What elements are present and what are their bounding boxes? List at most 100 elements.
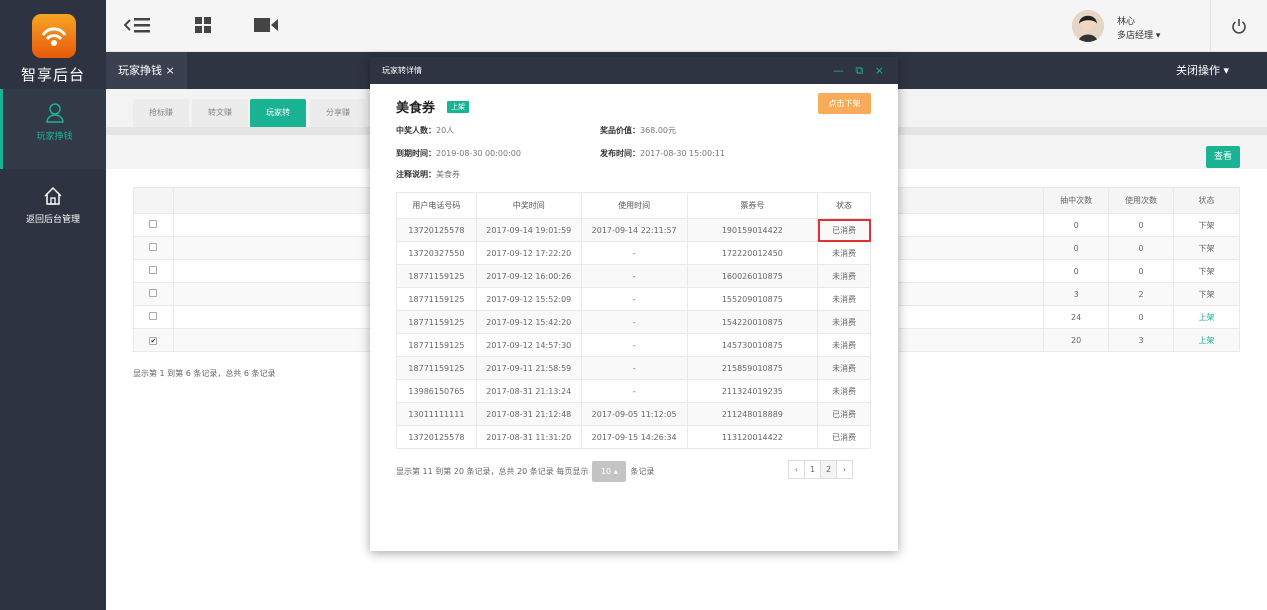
user-name[interactable]: 林心 [1117, 14, 1135, 27]
column-header[interactable]: 状态 [1173, 187, 1240, 214]
cell-ticket: 211324019235 [686, 379, 819, 403]
pagination-summary: 显示第 11 到第 20 条记录，总共 20 条记录 每页显示 10 ▴ 条记录 [396, 461, 654, 482]
cell-win-time: 2017-09-12 16:00:26 [475, 264, 582, 288]
sidebar-item-back-admin[interactable]: 返回后台管理 [0, 172, 106, 252]
cell-status: 未消费 [817, 356, 871, 380]
cell-uses: 0 [1108, 213, 1175, 237]
subtab-player[interactable]: 玩家转 [250, 99, 306, 127]
column-header[interactable]: 中奖时间 [475, 192, 582, 219]
cell-use-time: - [580, 333, 688, 357]
column-header[interactable]: 状态 [817, 192, 871, 219]
cell-ticket: 113120014422 [686, 425, 819, 449]
wifi-logo-icon [41, 27, 67, 46]
avatar[interactable] [1072, 10, 1104, 42]
prev-page-button[interactable]: ‹ [788, 460, 805, 479]
grid-icon[interactable] [194, 16, 212, 34]
take-down-button[interactable]: 点击下架 [818, 93, 871, 114]
cell-draws: 24 [1043, 305, 1110, 329]
cell-phone: 18771159125 [396, 310, 477, 334]
menu-collapse-icon[interactable] [124, 16, 152, 34]
row-checkbox[interactable] [149, 312, 158, 320]
table-row[interactable]: 18771159125 2017-09-12 15:52:09-155209010… [396, 287, 871, 311]
cell-ticket: 145730010875 [686, 333, 819, 357]
winners-field: 中奖人数：20人 [396, 126, 455, 135]
table-row[interactable]: 13986150765 2017-08-31 21:13:24-211324019… [396, 379, 871, 403]
column-header[interactable]: 抽中次数 [1043, 187, 1110, 214]
cell-draws: 0 [1043, 213, 1110, 237]
table-row[interactable]: 13720125578 2017-09-14 19:01:59 2017-09-14… [396, 218, 871, 242]
logo[interactable] [32, 14, 76, 58]
user-role-dropdown[interactable]: 多店经理 ▾ [1117, 28, 1160, 41]
cell-status: 未消费 [817, 241, 871, 265]
table-row[interactable]: 18771159125 2017-09-12 16:00:26-160026010… [396, 264, 871, 288]
cell-use-time: - [580, 356, 688, 380]
cell-uses: 0 [1108, 236, 1175, 260]
cell-ticket: 154220010875 [686, 310, 819, 334]
user-icon [45, 103, 64, 123]
table-row[interactable]: 13720125578 2017-08-31 11:31:20 2017-09-15… [396, 425, 871, 449]
cell-uses: 0 [1108, 259, 1175, 283]
row-checkbox[interactable] [149, 289, 158, 297]
pagination-suffix: 条记录 [630, 467, 655, 476]
sidebar-item-player-earn[interactable]: 玩家挣钱 [0, 89, 106, 169]
table-row[interactable]: 18771159125 2017-09-11 21:58:59-215859010… [396, 356, 871, 380]
modal-window-controls[interactable]: — ⧉ × [833, 57, 888, 84]
cell-status: 上架 [1173, 328, 1240, 352]
cell-phone: 13986150765 [396, 379, 477, 403]
cell-status: 未消费 [817, 264, 871, 288]
cell-status: 未消费 [817, 379, 871, 403]
cell-phone: 13720125578 [396, 218, 477, 242]
home-icon [44, 186, 62, 205]
cell-status-highlighted: 已消费 [817, 218, 871, 242]
page-2-button[interactable]: 2 [820, 460, 837, 479]
cell-use-time: - [580, 379, 688, 403]
row-checkbox[interactable] [149, 266, 158, 274]
table-row[interactable]: 18771159125 2017-09-12 15:42:20-154220010… [396, 310, 871, 334]
row-checkbox[interactable] [149, 243, 158, 251]
cell-win-time: 2017-09-11 21:58:59 [475, 356, 582, 380]
cell-draws: 3 [1043, 282, 1110, 306]
detail-modal: 玩家转详情 — ⧉ × 美食券 上架 点击下架 中奖人数：20人 奖品价值：36… [370, 57, 898, 551]
cell-uses: 2 [1108, 282, 1175, 306]
column-header[interactable]: 使用时间 [580, 192, 688, 219]
video-icon[interactable] [253, 16, 279, 34]
close-operations-dropdown[interactable]: 关闭操作 ▾ [1176, 52, 1229, 89]
cell-win-time: 2017-08-31 21:13:24 [475, 379, 582, 403]
table-row[interactable]: 13011111111 2017-08-31 21:12:48 2017-09-05… [396, 402, 871, 426]
cell-phone: 13011111111 [396, 402, 477, 426]
prize-field: 奖品价值：368.00元 [600, 126, 676, 135]
cell-win-time: 2017-09-14 19:01:59 [475, 218, 582, 242]
logout-button[interactable] [1210, 0, 1267, 52]
subtab-share[interactable]: 分享赚 [310, 99, 366, 127]
cell-use-time: 2017-09-14 22:11:57 [580, 218, 688, 242]
cell-use-time: - [580, 264, 688, 288]
tab-player-earn[interactable]: 玩家挣钱 × [106, 52, 187, 89]
page-1-button[interactable]: 1 [804, 460, 821, 479]
row-checkbox-checked[interactable]: ✔ [149, 336, 158, 345]
cell-status: 上架 [1173, 305, 1240, 329]
cell-draws: 0 [1043, 259, 1110, 283]
column-header[interactable]: 用户电话号码 [396, 192, 477, 219]
cell-phone: 18771159125 [396, 264, 477, 288]
cell-win-time: 2017-08-31 21:12:48 [475, 402, 582, 426]
page-size-select[interactable]: 10 ▴ [592, 461, 627, 482]
cell-win-time: 2017-09-12 15:52:09 [475, 287, 582, 311]
subtab-article[interactable]: 转文赚 [192, 99, 248, 127]
next-page-button[interactable]: › [836, 460, 853, 479]
sidebar-item-label: 玩家挣钱 [36, 132, 73, 142]
cell-draws: 0 [1043, 236, 1110, 260]
column-header[interactable]: 票券号 [686, 192, 819, 219]
sidebar-item-label: 返回后台管理 [25, 215, 80, 225]
pagination: ‹ 1 2 › [788, 460, 853, 479]
cell-win-time: 2017-09-12 17:22:20 [475, 241, 582, 265]
table-row[interactable]: 18771159125 2017-09-12 14:57:30-145730010… [396, 333, 871, 357]
cell-status: 已消费 [817, 402, 871, 426]
table-row[interactable]: 13720327550 2017-09-12 17:22:20-172220012… [396, 241, 871, 265]
cell-status: 未消费 [817, 333, 871, 357]
column-header[interactable]: 使用次数 [1108, 187, 1175, 214]
row-checkbox[interactable] [149, 220, 158, 228]
status-badge: 上架 [447, 101, 469, 113]
subtab-grab[interactable]: 抢标赚 [133, 99, 189, 127]
view-button[interactable]: 查看 [1206, 146, 1240, 168]
cell-ticket: 160026010875 [686, 264, 819, 288]
